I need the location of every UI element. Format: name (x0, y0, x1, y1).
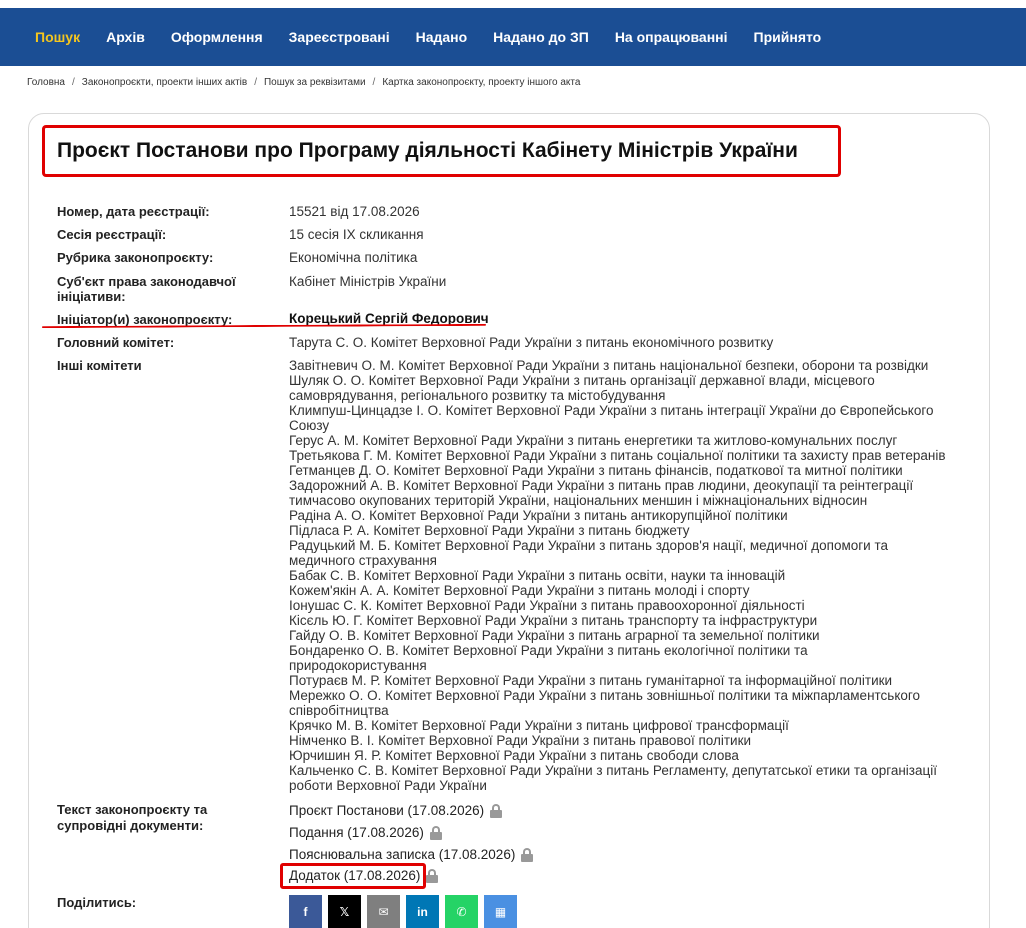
rubric-label: Рубрика законопроєкту: (57, 250, 214, 265)
qr-share-button[interactable]: ▦ (484, 895, 517, 928)
texts-label-line2: супровідні документи: (57, 818, 204, 833)
subject-label-line2: ініціативи: (57, 289, 126, 304)
committee-item: Климпуш-Цинцадзе І. О. Комітет Верховної… (289, 403, 934, 433)
document-title: Подання (17.08.2026) (289, 825, 424, 840)
facebook-share-button[interactable]: f (289, 895, 322, 928)
committee-item: Завітневич О. М. Комітет Верховної Ради … (289, 358, 929, 373)
whatsapp-icon: ✆ (456, 904, 467, 919)
committee-item: Кальченко С. В. Комітет Верховної Ради У… (289, 763, 937, 793)
nav-item-formalization[interactable]: Оформлення (171, 29, 263, 45)
x-share-button[interactable]: 𝕏 (328, 895, 361, 928)
number-label: Номер, дата реєстрації: (57, 204, 210, 219)
subject-value: Кабінет Міністрів України (289, 274, 447, 289)
main-committee-value: Тарута С. О. Комітет Верховної Ради Укра… (289, 335, 774, 350)
other-committees-list: Завітневич О. М. Комітет Верховної Ради … (289, 358, 969, 793)
session-label: Сесія реєстрації: (57, 227, 167, 242)
rubric-value: Економічна політика (289, 250, 418, 265)
top-navigation: Пошук Архів Оформлення Зареєстровані Над… (0, 0, 1026, 66)
committee-item: Німченко В. І. Комітет Верховної Ради Ук… (289, 733, 752, 748)
committee-item: Радуцький М. Б. Комітет Верховної Ради У… (289, 538, 888, 568)
nav-item-provided-zp[interactable]: Надано до ЗП (493, 29, 589, 45)
committee-item: Гайду О. В. Комітет Верховної Ради Украї… (289, 628, 820, 643)
committee-item: Гетманцев Д. О. Комітет Верховної Ради У… (289, 463, 903, 478)
committee-item: Шуляк О. О. Комітет Верховної Ради Украї… (289, 373, 875, 403)
whatsapp-share-button[interactable]: ✆ (445, 895, 478, 928)
document-link-draft[interactable]: Проєкт Постанови (17.08.2026) (289, 803, 503, 818)
nav-item-search[interactable]: Пошук (35, 29, 80, 45)
nav-item-adopted[interactable]: Прийнято (754, 29, 822, 45)
facebook-icon: f (303, 904, 308, 919)
number-value: 15521 від 17.08.2026 (289, 204, 420, 219)
main-committee-label: Головний комітет: (57, 335, 175, 350)
breadcrumb: Головна / Законопроєкти, проекти інших а… (27, 77, 580, 88)
breadcrumb-current: Картка законопроєкту, проекту іншого акт… (382, 77, 581, 88)
breadcrumb-separator: / (254, 77, 257, 88)
texts-label-line1: Текст законопроєкту та (57, 802, 208, 817)
subject-label-line1: Суб'єкт права законодавчої (57, 274, 236, 289)
nav-item-registered[interactable]: Зареєстровані (289, 29, 390, 45)
document-title: Проєкт Постанови (17.08.2026) (289, 803, 485, 818)
lock-icon (521, 847, 534, 862)
share-label: Поділитись: (57, 895, 137, 910)
lock-icon (426, 868, 439, 883)
breadcrumb-separator: / (372, 77, 376, 88)
committee-item: Кожем'якін А. А. Комітет Верховної Ради … (289, 583, 750, 598)
committee-item: Бондаренко О. В. Комітет Верховної Ради … (289, 643, 808, 673)
x-icon: 𝕏 (339, 904, 350, 919)
document-link-explanatory-note[interactable]: Пояснювальна записка (17.08.2026) (289, 847, 534, 862)
committee-item: Радіна А. О. Комітет Верховної Ради Укра… (289, 508, 788, 523)
email-share-button[interactable]: ✉ (367, 895, 400, 928)
breadcrumb-home[interactable]: Головна (27, 77, 65, 88)
committee-item: Підласа Р. А. Комітет Верховної Ради Укр… (289, 523, 690, 538)
committee-item: Задорожний А. В. Комітет Верховної Ради … (289, 478, 914, 508)
other-committees-label: Інші комітети (57, 358, 142, 373)
nav-item-archive[interactable]: Архів (106, 29, 145, 45)
email-icon: ✉ (378, 904, 389, 919)
document-highlight-box (280, 863, 426, 889)
committee-item: Потураєв М. Р. Комітет Верховної Ради Ук… (289, 673, 893, 688)
linkedin-share-button[interactable]: in (406, 895, 439, 928)
session-value: 15 сесія IX скликання (289, 227, 424, 242)
breadcrumb-bills[interactable]: Законопроєкти, проекти інших актів (82, 77, 247, 88)
committee-item: Мережко О. О. Комітет Верховної Ради Укр… (289, 688, 921, 718)
breadcrumb-separator: / (72, 77, 75, 88)
committee-item: Бабак С. В. Комітет Верховної Ради Украї… (289, 568, 786, 583)
breadcrumb-search[interactable]: Пошук за реквізитами (264, 77, 366, 88)
share-buttons: f 𝕏 ✉ in ✆ ▦ (289, 895, 517, 928)
committee-item: Кісєль Ю. Г. Комітет Верховної Ради Укра… (289, 613, 818, 628)
committee-item: Іонушас С. К. Комітет Верховної Ради Укр… (289, 598, 805, 613)
nav-item-in-processing[interactable]: На опрацюванні (615, 29, 728, 45)
committee-item: Герус А. М. Комітет Верховної Ради Украї… (289, 433, 898, 448)
document-title: Пояснювальна записка (17.08.2026) (289, 847, 516, 862)
lock-icon (490, 803, 503, 818)
committee-item: Юрчишин Я. Р. Комітет Верховної Ради Укр… (289, 748, 739, 763)
nav-bar: Пошук Архів Оформлення Зареєстровані Над… (22, 8, 1016, 66)
document-link-submission[interactable]: Подання (17.08.2026) (289, 825, 442, 840)
nav-menu: Пошук Архів Оформлення Зареєстровані Над… (22, 8, 1016, 66)
committee-item: Третьякова Г. М. Комітет Верховної Ради … (289, 448, 946, 463)
linkedin-icon: in (417, 904, 428, 919)
nav-item-provided[interactable]: Надано (416, 29, 468, 45)
qr-code-icon: ▦ (494, 904, 507, 919)
lock-icon (429, 825, 442, 840)
page-title: Проєкт Постанови про Програму діяльності… (57, 139, 798, 162)
committee-item: Крячко М. В. Комітет Верховної Ради Укра… (289, 718, 789, 733)
